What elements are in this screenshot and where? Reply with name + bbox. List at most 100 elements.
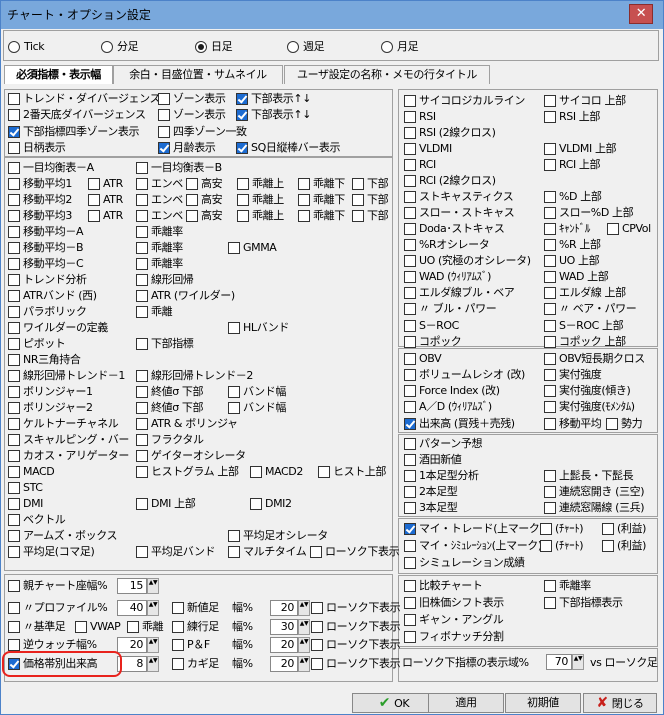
lm-22-checkbox[interactable]: [352, 210, 364, 222]
r1-13-checkbox[interactable]: [544, 207, 556, 219]
lt-0-checkbox[interactable]: [8, 93, 20, 105]
r1-25-checkbox[interactable]: [404, 303, 416, 315]
bl-r3-d-checkbox[interactable]: [75, 621, 87, 633]
lm-10-checkbox[interactable]: [88, 194, 100, 206]
lm-69-checkbox[interactable]: [310, 546, 322, 558]
radio-4[interactable]: [381, 41, 393, 53]
bl-r2-b-checkbox[interactable]: [172, 602, 184, 614]
r2-9-checkbox[interactable]: [544, 418, 556, 430]
bl-r1-input[interactable]: 15: [117, 578, 147, 594]
r1-24-checkbox[interactable]: [544, 287, 556, 299]
r2-4-checkbox[interactable]: [404, 385, 416, 397]
lm-25-checkbox[interactable]: [8, 242, 20, 254]
lm-42-checkbox[interactable]: [136, 370, 148, 382]
rb-value-input[interactable]: 70: [546, 654, 572, 670]
lm-41-checkbox[interactable]: [8, 370, 20, 382]
r1-0-checkbox[interactable]: [404, 95, 416, 107]
lm-13-checkbox[interactable]: [237, 194, 249, 206]
lm-46-checkbox[interactable]: [8, 402, 20, 414]
lm-51-checkbox[interactable]: [8, 434, 20, 446]
lm-49-checkbox[interactable]: [8, 418, 20, 430]
lm-40-checkbox[interactable]: [8, 354, 20, 366]
radio-2[interactable]: [195, 41, 207, 53]
default-button[interactable]: 初期値: [505, 693, 581, 713]
r3-7-checkbox[interactable]: [544, 502, 556, 514]
r1-20-checkbox[interactable]: [544, 255, 556, 267]
lm-21-checkbox[interactable]: [298, 210, 310, 222]
bl-r2-spinner[interactable]: ▲▼: [147, 600, 159, 616]
lm-14-checkbox[interactable]: [298, 194, 310, 206]
bl-r5-b-checkbox[interactable]: [172, 658, 184, 670]
lm-28-checkbox[interactable]: [8, 258, 20, 270]
lm-6-checkbox[interactable]: [237, 178, 249, 190]
r5-1-checkbox[interactable]: [544, 580, 556, 592]
lm-63-checkbox[interactable]: [8, 514, 20, 526]
bl-r3-checkbox[interactable]: [8, 621, 20, 633]
lm-16-checkbox[interactable]: [8, 210, 20, 222]
lm-4-checkbox[interactable]: [136, 178, 148, 190]
tab-0[interactable]: 必須指標・表示幅: [4, 65, 113, 84]
r1-22-checkbox[interactable]: [544, 271, 556, 283]
lt-3-checkbox[interactable]: [8, 109, 20, 121]
r1-12-checkbox[interactable]: [404, 207, 416, 219]
lm-61-checkbox[interactable]: [136, 498, 148, 510]
lm-29-checkbox[interactable]: [136, 258, 148, 270]
lm-64-checkbox[interactable]: [8, 530, 20, 542]
lm-36-checkbox[interactable]: [8, 322, 20, 334]
r4-1-checkbox[interactable]: [540, 523, 552, 535]
close-icon[interactable]: ✕: [629, 4, 653, 24]
r1-10-checkbox[interactable]: [404, 191, 416, 203]
r1-1-checkbox[interactable]: [544, 95, 556, 107]
bl-r4-bv-spinner[interactable]: ▲▼: [298, 637, 310, 653]
lm-55-checkbox[interactable]: [8, 466, 20, 478]
r4-2-checkbox[interactable]: [602, 523, 614, 535]
lm-60-checkbox[interactable]: [8, 498, 20, 510]
tab-2[interactable]: ユーザ設定の名称・メモの行タイトル: [284, 65, 490, 84]
lm-38-checkbox[interactable]: [8, 338, 20, 350]
r1-5-checkbox[interactable]: [404, 143, 416, 155]
lm-59-checkbox[interactable]: [8, 482, 20, 494]
r1-18-checkbox[interactable]: [544, 239, 556, 251]
bl-r4-c-checkbox[interactable]: [311, 639, 323, 651]
lm-39-checkbox[interactable]: [136, 338, 148, 350]
lm-45-checkbox[interactable]: [228, 386, 240, 398]
r2-10-checkbox[interactable]: [606, 418, 618, 430]
lt-1-checkbox[interactable]: [158, 93, 170, 105]
bl-r1-spinner[interactable]: ▲▼: [147, 578, 159, 594]
bl-r4-spinner[interactable]: ▲▼: [147, 637, 159, 653]
r5-2-checkbox[interactable]: [404, 597, 416, 609]
r3-6-checkbox[interactable]: [404, 502, 416, 514]
lm-52-checkbox[interactable]: [136, 434, 148, 446]
lm-11-checkbox[interactable]: [136, 194, 148, 206]
close-button[interactable]: ✘ 閉じる: [583, 693, 657, 713]
lm-56-checkbox[interactable]: [136, 466, 148, 478]
bl-r3-e-checkbox[interactable]: [127, 621, 139, 633]
bl-r4-checkbox[interactable]: [8, 639, 20, 651]
lm-30-checkbox[interactable]: [8, 274, 20, 286]
bl-r5-spinner[interactable]: ▲▼: [147, 656, 159, 672]
lm-67-checkbox[interactable]: [136, 546, 148, 558]
lm-8-checkbox[interactable]: [352, 178, 364, 190]
r1-21-checkbox[interactable]: [404, 271, 416, 283]
lm-0-checkbox[interactable]: [8, 162, 20, 174]
r1-3-checkbox[interactable]: [544, 111, 556, 123]
lm-47-checkbox[interactable]: [136, 402, 148, 414]
r2-8-checkbox[interactable]: [404, 418, 416, 430]
bl-r2-bv-input[interactable]: 20: [270, 600, 298, 616]
lm-7-checkbox[interactable]: [298, 178, 310, 190]
r1-27-checkbox[interactable]: [404, 320, 416, 332]
lm-66-checkbox[interactable]: [8, 546, 20, 558]
lt-4-checkbox[interactable]: [158, 109, 170, 121]
bl-r2-checkbox[interactable]: [8, 602, 20, 614]
tab-1[interactable]: 余白・目盛位置・サムネイル: [113, 65, 283, 84]
r1-2-checkbox[interactable]: [404, 111, 416, 123]
lm-23-checkbox[interactable]: [8, 226, 20, 238]
lm-34-checkbox[interactable]: [8, 306, 20, 318]
r1-23-checkbox[interactable]: [404, 287, 416, 299]
radio-1[interactable]: [101, 41, 113, 53]
lt-2-checkbox[interactable]: [236, 93, 248, 105]
r1-7-checkbox[interactable]: [404, 159, 416, 171]
r3-1-checkbox[interactable]: [404, 454, 416, 466]
lm-54-checkbox[interactable]: [136, 450, 148, 462]
lm-37-checkbox[interactable]: [228, 322, 240, 334]
